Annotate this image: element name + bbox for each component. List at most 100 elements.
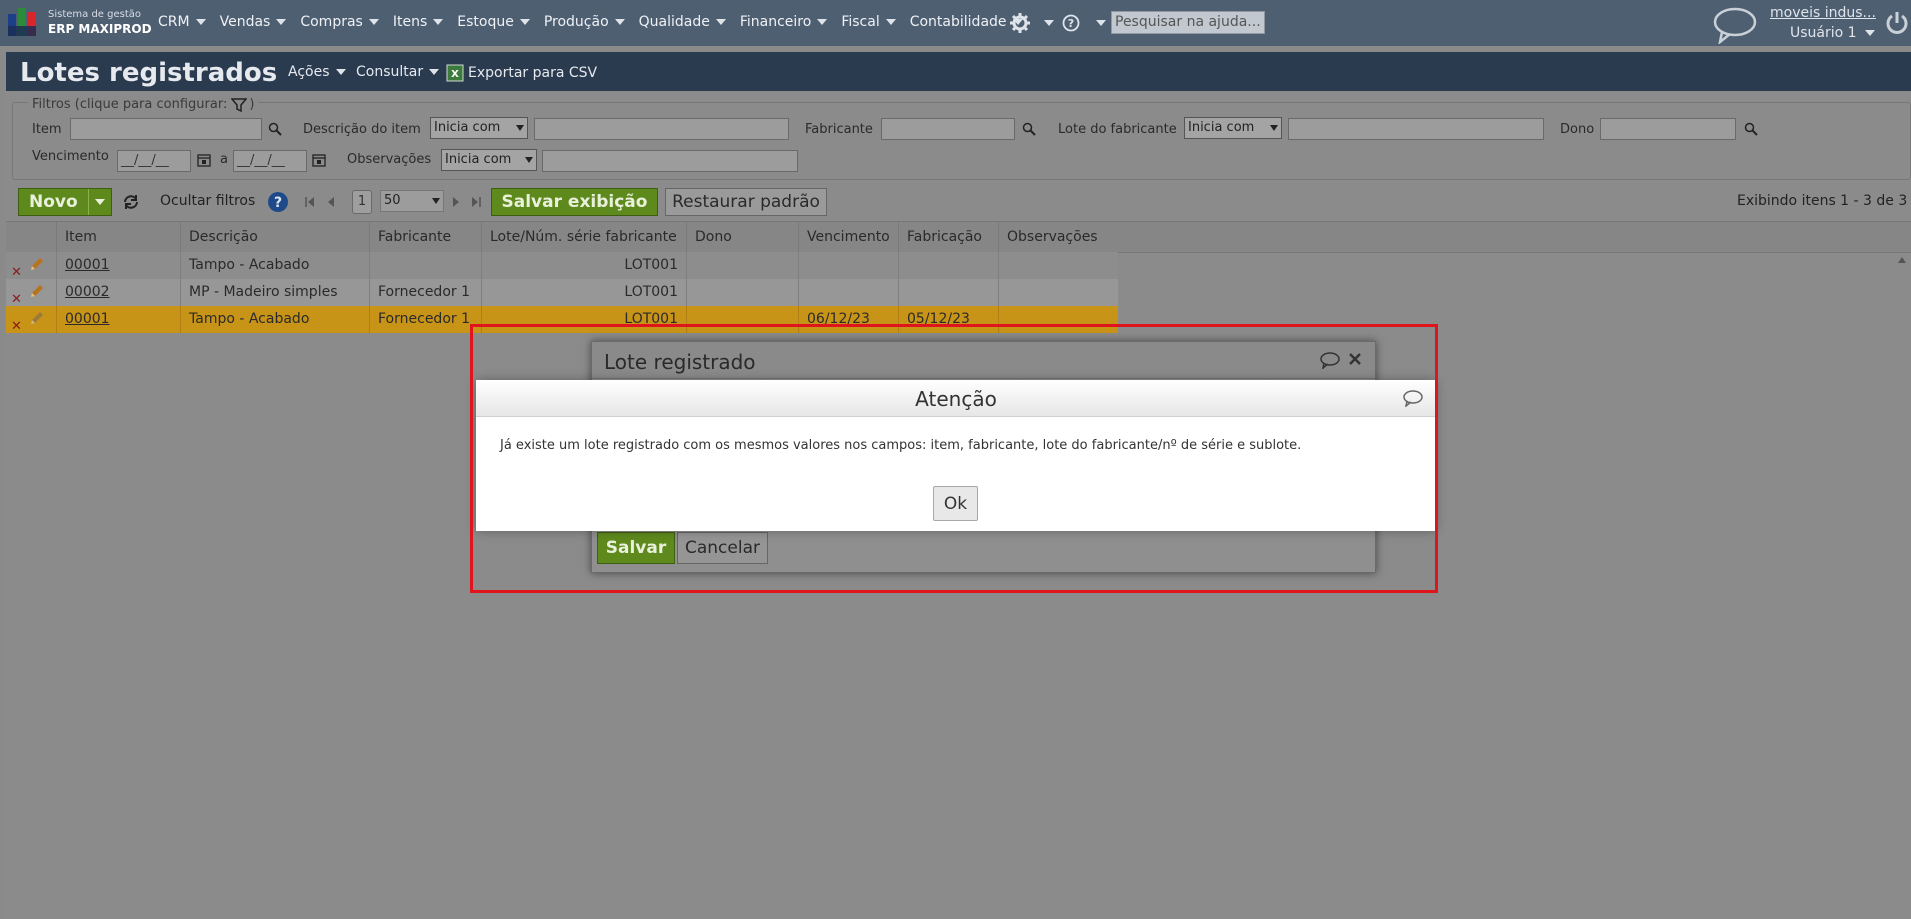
calendar-icon[interactable] [197,153,211,167]
edit-icon[interactable] [28,311,44,327]
chat-icon[interactable] [1712,6,1758,44]
chevron-down-icon [1270,125,1278,131]
cell-due-date [799,279,899,306]
column-header-maker-lot[interactable]: Lote/Núm. série fabricante [482,222,687,252]
chevron-down-icon [516,125,524,131]
column-header-owner[interactable]: Dono [687,222,799,252]
search-icon[interactable] [1744,122,1758,136]
chevron-down-icon [95,199,105,205]
maker-filter-input[interactable] [881,118,1015,140]
due-filter-label: Vencimento [32,149,109,164]
actions-label: Ações [288,64,330,80]
new-dropdown-toggle[interactable] [88,189,111,215]
filters-legend[interactable]: Filtros (clique para configurar: ) [28,97,259,112]
next-page-icon[interactable] [451,196,461,208]
column-header-notes[interactable]: Observações [999,222,1119,252]
menu-producao[interactable]: Produção [544,14,625,30]
column-header-maker[interactable]: Fabricante [370,222,482,252]
filters-legend-text: Filtros (clique para configurar: [32,97,228,112]
desc-filter-mode-select[interactable]: Inicia com [430,117,528,139]
chevron-down-icon [1096,20,1106,26]
notes-filter-input[interactable] [542,150,798,172]
item-filter-input[interactable] [70,118,262,140]
notes-filter-label: Observações [347,152,432,167]
first-page-icon[interactable] [304,196,316,208]
menu-financeiro[interactable]: Financeiro [740,14,828,30]
item-link[interactable]: 00002 [65,284,110,300]
date-range-separator: a [220,152,228,167]
column-header-manufacture-date[interactable]: Fabricação [899,222,999,252]
help-icon[interactable]: ? [267,191,289,213]
chevron-down-icon [432,198,440,204]
column-header-item[interactable]: Item [57,222,181,252]
menu-itens[interactable]: Itens [393,14,444,30]
excel-icon: X [446,64,464,82]
calendar-icon[interactable] [312,153,326,167]
refresh-icon[interactable] [122,194,140,210]
help-menu[interactable]: ? [1062,14,1106,32]
due-from-input[interactable]: __/__/__ [117,150,191,172]
save-view-button[interactable]: Salvar exibição [491,188,658,216]
export-label: Exportar para CSV [468,65,598,81]
company-link[interactable]: moveis indus... [1770,5,1876,21]
item-link[interactable]: 00001 [65,311,110,327]
notes-mode-select[interactable]: Inicia com [441,149,537,171]
help-search-input[interactable]: Pesquisar na ajuda... [1111,11,1265,34]
cell-item[interactable]: 00001 [57,306,181,333]
actions-menu[interactable]: Ações [288,64,346,80]
maker-lot-filter-input[interactable] [1288,118,1544,140]
user-menu[interactable]: Usuário 1 [1790,25,1875,41]
menu-compras[interactable]: Compras [300,14,379,30]
hide-filters-button[interactable]: Ocultar filtros [160,193,255,209]
highlight-annotation-box [470,324,1438,593]
select-value: 50 [384,193,401,208]
query-label: Consultar [356,64,424,80]
column-header-due-date[interactable]: Vencimento [799,222,899,252]
edit-icon[interactable] [28,284,44,300]
column-header-description[interactable]: Descrição [181,222,370,252]
new-button-label: Novo [29,192,78,212]
chevron-down-icon [1044,20,1054,26]
menu-crm[interactable]: CRM [158,14,206,30]
due-to-input[interactable]: __/__/__ [233,150,307,172]
cell-due-date [799,252,899,279]
export-csv-button[interactable]: X Exportar para CSV [446,64,597,82]
table-row[interactable]: ✕ 00001 Tampo - Acabado LOT001 [6,252,1118,280]
search-icon[interactable] [1022,122,1036,136]
page-size-select[interactable]: 50 [380,190,444,212]
delete-icon[interactable]: ✕ [11,313,22,340]
menu-fiscal[interactable]: Fiscal [841,14,896,30]
previous-page-icon[interactable] [326,196,336,208]
restore-default-button[interactable]: Restaurar padrão [665,188,827,216]
menu-vendas[interactable]: Vendas [220,14,287,30]
page-header: Lotes registrados Ações Consultar X Expo… [6,52,1911,91]
desc-filter-input[interactable] [534,118,789,140]
menu-estoque[interactable]: Estoque [457,14,530,30]
svg-text:X: X [451,69,459,80]
scroll-up-arrow[interactable] [1898,257,1906,263]
cell-item[interactable]: 00002 [57,279,181,306]
gear-menu[interactable] [1010,13,1054,33]
cell-item[interactable]: 00001 [57,252,181,279]
cell-owner [687,279,799,306]
edit-icon[interactable] [28,257,44,273]
search-icon[interactable] [268,122,282,136]
item-link[interactable]: 00001 [65,257,110,273]
owner-filter-input[interactable] [1600,118,1736,140]
maker-lot-mode-select[interactable]: Inicia com [1184,117,1282,139]
filter-icon[interactable] [231,97,248,112]
grid-header: Item Descrição Fabricante Lote/Núm. séri… [6,221,1911,253]
new-button[interactable]: Novo [18,188,112,216]
select-value: Inicia com [1188,120,1255,135]
query-menu[interactable]: Consultar [356,64,440,80]
last-page-icon[interactable] [470,196,482,208]
menu-contabilidade[interactable]: Contabilidade [910,14,1023,30]
erp-logo-icon[interactable] [8,8,40,36]
power-icon[interactable] [1884,10,1910,36]
cell-description: Tampo - Acabado [181,306,370,333]
table-row[interactable]: ✕ 00002 MP - Madeiro simples Fornecedor … [6,279,1118,307]
page-number-input[interactable]: 1 [352,190,372,214]
chevron-down-icon [614,19,625,25]
menu-qualidade[interactable]: Qualidade [639,14,726,30]
menu-label: Qualidade [638,14,710,30]
